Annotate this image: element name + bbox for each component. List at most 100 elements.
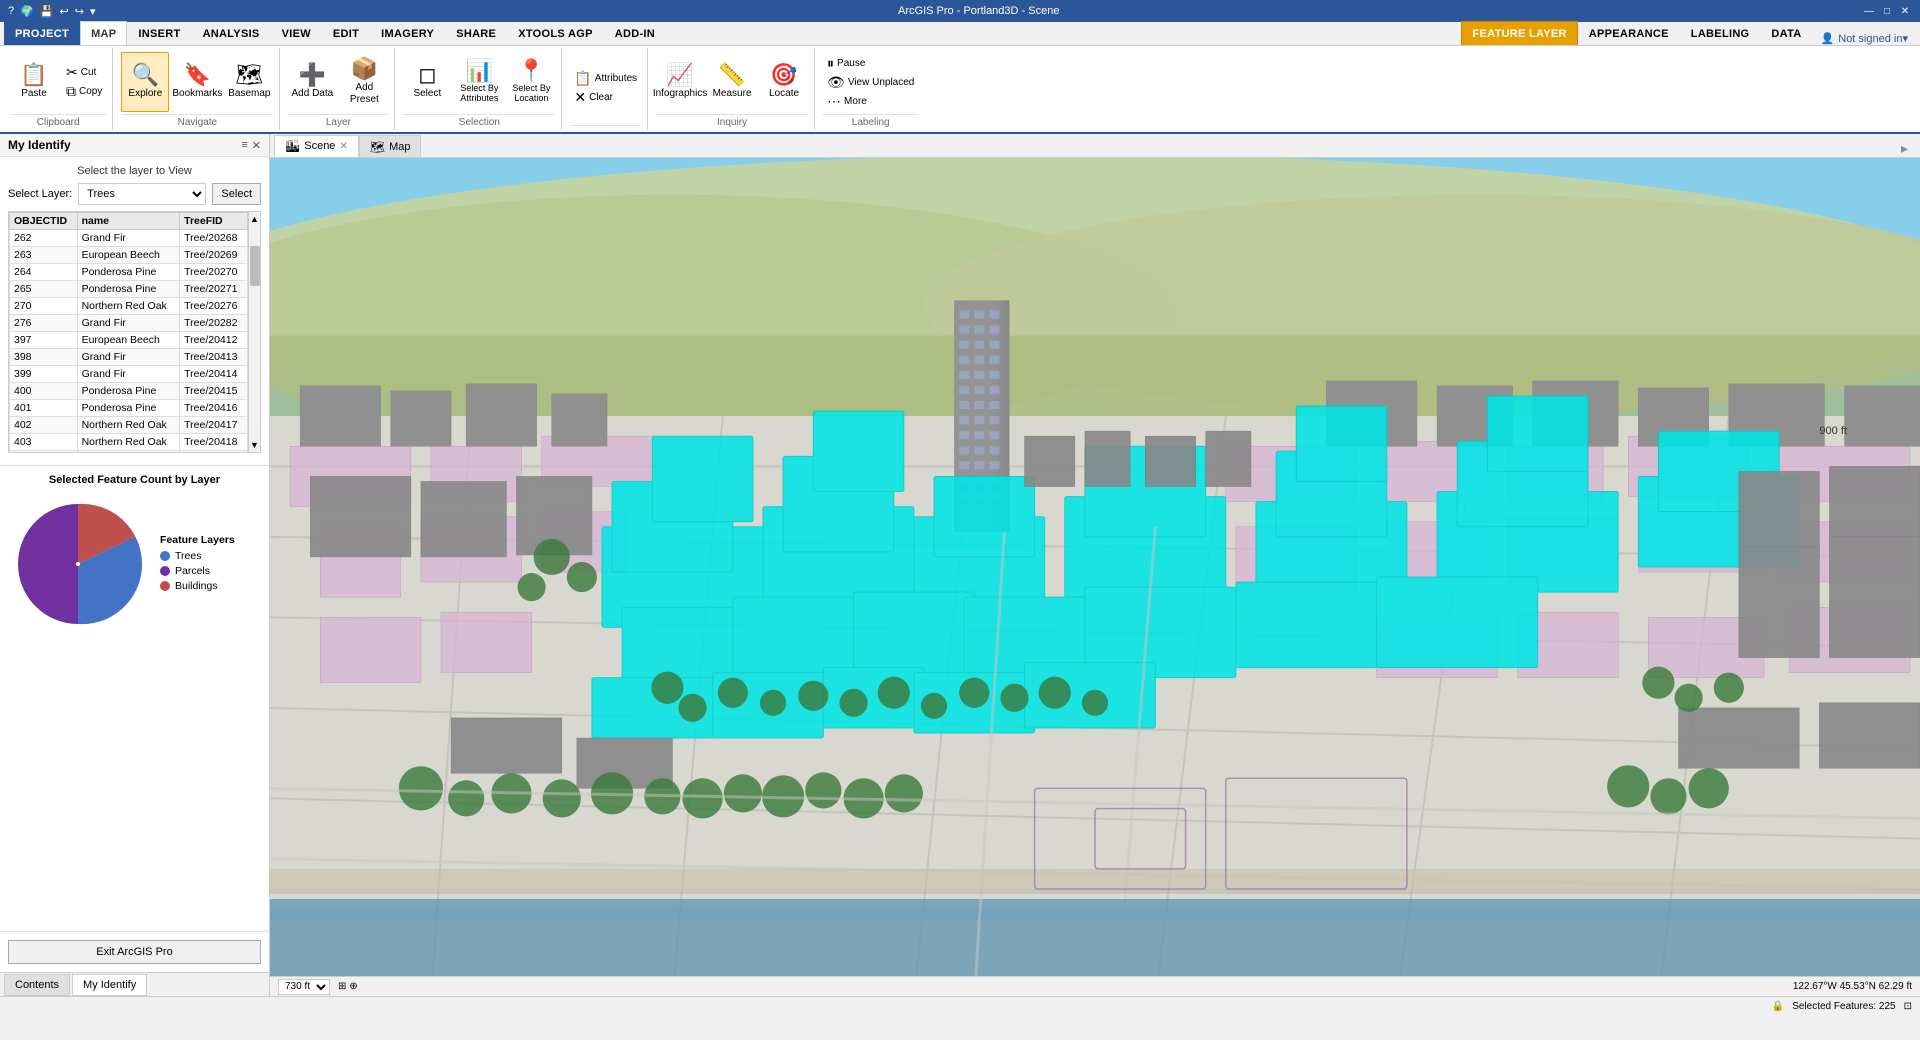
zoom-btn[interactable]: ⊕ [349, 981, 357, 992]
clear-btn[interactable]: ✕ Clear [570, 88, 641, 106]
table-row[interactable]: 401Ponderosa PineTree/20416 [10, 400, 248, 417]
table-row[interactable]: 265Ponderosa PineTree/20271 [10, 281, 248, 298]
resize-handle[interactable]: ⊡ [1904, 1001, 1912, 1012]
tab-imagery[interactable]: IMAGERY [370, 21, 445, 45]
col-objectid: OBJECTID [10, 213, 78, 230]
legend-dot-buildings [160, 581, 170, 591]
add-preset-btn[interactable]: 📦 Add Preset [340, 52, 388, 112]
scene-tab-close[interactable]: ✕ [339, 141, 347, 152]
tab-data[interactable]: DATA [1760, 21, 1812, 45]
select-btn-ribbon[interactable]: ◻ Select [403, 52, 451, 112]
nav-controls: ⊞ ⊕ [338, 981, 358, 992]
undo-icon[interactable]: ↩ [60, 5, 69, 18]
tab-xtools[interactable]: XTOOLS AGP [507, 21, 604, 45]
select-layer-row: Select Layer: Trees Select [8, 183, 261, 205]
paste-btn[interactable]: 📋 Paste [10, 52, 58, 112]
table-scroll[interactable]: OBJECTID name TreeFID 262Grand FirTree/2… [9, 212, 260, 452]
coords-right: 122.67°W 45.53°N 62.29 ft [1793, 981, 1912, 992]
navigate-label: Navigate [121, 114, 273, 128]
nav-btn[interactable]: ⊞ [338, 981, 346, 992]
select-layer-label: Select Layer: [8, 188, 72, 200]
selection-label: Selection [403, 114, 555, 128]
measure-icon: 📏 [718, 64, 745, 86]
my-identify-tab[interactable]: My Identify [72, 974, 147, 996]
copy-btn[interactable]: ⧉ Copy [62, 83, 106, 101]
select-by-attr-btn[interactable]: 📊 Select By Attributes [455, 52, 503, 112]
scroll-indicator[interactable]: ▲ ▼ [248, 212, 260, 452]
tab-analysis[interactable]: ANALYSIS [192, 21, 271, 45]
map-tab-icon: 🗺 [370, 140, 385, 154]
panel-title: My Identify [8, 138, 71, 152]
feature-sel-label [570, 125, 641, 128]
scroll-up-btn[interactable]: ▲ [249, 212, 260, 226]
group-selection: ◻ Select 📊 Select By Attributes 📍 Select… [397, 48, 562, 130]
table-row[interactable]: 403Northern Red OakTree/20418 [10, 434, 248, 451]
paste-icon: 📋 [20, 64, 47, 86]
exit-arcgis-btn[interactable]: Exit ArcGIS Pro [8, 940, 261, 964]
view-unplaced-btn[interactable]: 👁 View Unplaced [823, 73, 918, 91]
tab-addin[interactable]: ADD-IN [604, 21, 666, 45]
scene-tab[interactable]: 🏙 Scene ✕ [274, 135, 359, 157]
tab-share[interactable]: SHARE [445, 21, 507, 45]
explore-btn[interactable]: 🔍 Explore [121, 52, 169, 112]
table-row[interactable]: 264Ponderosa PineTree/20270 [10, 264, 248, 281]
scale-selector[interactable]: 730 ft 1 mi 5 mi [278, 979, 330, 995]
legend-parcels: Parcels [160, 565, 235, 577]
panel-menu-btn[interactable]: ≡ [241, 139, 247, 152]
table-row[interactable]: 398Grand FirTree/20413 [10, 349, 248, 366]
contents-tab[interactable]: Contents [4, 974, 70, 996]
tab-insert[interactable]: INSERT [127, 21, 191, 45]
select-button[interactable]: Select [212, 183, 261, 205]
tab-appearance[interactable]: APPEARANCE [1578, 21, 1680, 45]
panel-close-btn[interactable]: ✕ [252, 139, 261, 152]
table-row[interactable]: 399Grand FirTree/20414 [10, 366, 248, 383]
more-btn[interactable]: ⋯ More [823, 92, 918, 110]
table-row[interactable]: 276Grand FirTree/20282 [10, 315, 248, 332]
left-panel-bottom-tabs: Contents My Identify [0, 972, 269, 996]
locate-btn[interactable]: 🎯 Locate [760, 52, 808, 112]
tab-map[interactable]: MAP [80, 21, 127, 45]
tab-edit[interactable]: EDIT [322, 21, 370, 45]
legend-label-trees: Trees [175, 550, 201, 562]
table-row[interactable]: 262Grand FirTree/20268 [10, 230, 248, 247]
table-row[interactable]: 400Ponderosa PineTree/20415 [10, 383, 248, 400]
table-row[interactable]: 397European BeechTree/20412 [10, 332, 248, 349]
tab-project[interactable]: PROJECT [4, 21, 80, 45]
select-by-loc-btn[interactable]: 📍 Select By Location [507, 52, 555, 112]
cut-btn[interactable]: ✂ Cut [62, 64, 106, 82]
user-icon: 👤 [1821, 32, 1835, 45]
close-btn[interactable]: ✕ [1898, 4, 1912, 18]
attributes-btn[interactable]: 📋 Attributes [570, 69, 641, 87]
map-scroll-right[interactable]: ▸ [1901, 140, 1908, 157]
map-tabs: 🏙 Scene ✕ 🗺 Map ▸ [270, 134, 1920, 158]
table-row[interactable]: 270Northern Red OakTree/20276 [10, 298, 248, 315]
pause-btn[interactable]: ⏸ Pause [823, 54, 918, 72]
tab-view[interactable]: VIEW [271, 21, 322, 45]
redo-icon[interactable]: ↪ [75, 5, 84, 18]
table-row[interactable]: 404Northern Red OakTree/20419 [10, 451, 248, 453]
map-tab[interactable]: 🗺 Map [359, 135, 422, 157]
basemap-icon: 🗺 [235, 64, 263, 86]
scroll-down-btn[interactable]: ▼ [249, 438, 260, 452]
tab-feature-layer[interactable]: FEATURE LAYER [1461, 21, 1577, 45]
minimize-btn[interactable]: — [1862, 4, 1876, 18]
add-data-btn[interactable]: ➕ Add Data [288, 52, 336, 112]
bookmarks-btn[interactable]: 🔖 Bookmarks [173, 52, 221, 112]
basemap-btn[interactable]: 🗺 Basemap [225, 52, 273, 112]
table-row[interactable]: 402Northern Red OakTree/20417 [10, 417, 248, 434]
legend-buildings: Buildings [160, 580, 235, 592]
table-row[interactable]: 263European BeechTree/20269 [10, 247, 248, 264]
copy-icon: ⧉ [66, 83, 76, 100]
tab-labeling[interactable]: LABELING [1680, 21, 1761, 45]
signin-btn[interactable]: 👤 Not signed in ▾ [1813, 32, 1916, 45]
map-viewport[interactable]: 900 ft [270, 158, 1920, 976]
maximize-btn[interactable]: □ [1880, 4, 1894, 18]
quick-save-icon[interactable]: 💾 [40, 5, 54, 18]
infographics-btn[interactable]: 📈 Infographics [656, 52, 704, 112]
layer-select[interactable]: Trees [78, 183, 206, 205]
measure-btn[interactable]: 📏 Measure [708, 52, 756, 112]
pause-icon: ⏸ [827, 55, 834, 72]
help-icon[interactable]: ? [8, 5, 14, 17]
scroll-thumb [250, 246, 260, 286]
map-scene-svg: 900 ft [270, 158, 1920, 976]
